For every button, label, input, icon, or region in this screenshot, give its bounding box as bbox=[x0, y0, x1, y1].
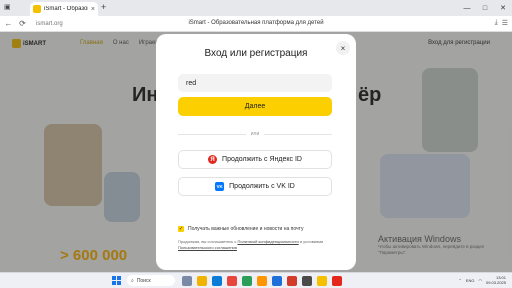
legal-prefix: Продолжая, вы соглашаетесь с bbox=[178, 239, 238, 244]
search-icon: ⌕ bbox=[131, 277, 134, 284]
maximize-button[interactable]: □ bbox=[476, 0, 494, 16]
firefox-icon[interactable] bbox=[257, 276, 267, 286]
chrome-icon[interactable] bbox=[242, 276, 252, 286]
site-favicon-icon bbox=[33, 5, 41, 13]
minimize-button[interactable]: — bbox=[458, 0, 476, 16]
terminal-icon[interactable] bbox=[302, 276, 312, 286]
newsletter-checkbox-row[interactable]: ✓ Получать важные обновление и новости н… bbox=[178, 226, 303, 232]
download-icon[interactable]: ⤓ bbox=[495, 19, 498, 27]
close-window-button[interactable]: ✕ bbox=[494, 0, 512, 16]
auth-modal: Вход или регистрация × red Далее или Я П… bbox=[156, 34, 356, 270]
search-label: Поиск bbox=[136, 277, 151, 284]
browser-toolbar-icons: ⤓ ☰ bbox=[495, 19, 508, 27]
clock-date: 09.03.2025 bbox=[485, 280, 506, 285]
tray-chevron-icon[interactable]: ⌃ bbox=[458, 278, 461, 283]
modal-title: Вход или регистрация bbox=[204, 48, 308, 59]
file-explorer-icon[interactable] bbox=[197, 276, 207, 286]
new-tab-button[interactable]: + bbox=[101, 2, 106, 12]
windows-taskbar: ⌕ Поиск ⌃ ENG ◠ 13:01 09.03.2025 bbox=[0, 272, 512, 288]
browser-tab[interactable]: iSmart - Образователь × bbox=[30, 2, 98, 16]
newsletter-checkbox-label: Получать важные обновление и новости на … bbox=[188, 226, 304, 232]
reload-icon[interactable]: ⟳ bbox=[17, 19, 28, 28]
edge-icon[interactable] bbox=[212, 276, 222, 286]
login-input[interactable]: red bbox=[178, 74, 332, 92]
yandex-browser-icon[interactable] bbox=[332, 276, 342, 286]
window-menu-icon[interactable]: ▣ bbox=[4, 3, 11, 11]
yandex-button-label: Продолжить с Яндекс ID bbox=[222, 156, 302, 163]
clock[interactable]: 13:01 09.03.2025 bbox=[486, 275, 506, 285]
tab-title: iSmart - Образователь bbox=[44, 6, 88, 12]
legal-text: Продолжая, вы соглашаетесь с Политикой к… bbox=[178, 239, 336, 250]
newsletter-checkbox[interactable]: ✓ bbox=[178, 226, 184, 232]
back-icon[interactable]: ← bbox=[3, 19, 14, 28]
language-indicator[interactable]: ENG bbox=[466, 278, 475, 283]
browser-tab-strip: ▣ iSmart - Образователь × + — □ ✕ bbox=[0, 0, 512, 16]
yandex-icon: Я bbox=[208, 155, 218, 164]
system-tray: ⌃ ENG ◠ 13:01 09.03.2025 bbox=[458, 275, 506, 285]
address-bar: ← ⟳ ismart.org iSmart - Образовательная … bbox=[0, 16, 512, 32]
task-view-icon[interactable] bbox=[182, 276, 192, 286]
extensions-icon[interactable]: ☰ bbox=[502, 19, 508, 27]
divider-line bbox=[178, 133, 246, 135]
start-button-icon[interactable] bbox=[112, 276, 121, 285]
user-agreement-link[interactable]: Пользовательского соглашения bbox=[178, 245, 237, 250]
privacy-policy-link[interactable]: Политикой конфиденциальности bbox=[237, 239, 298, 244]
taskbar-apps bbox=[182, 276, 342, 286]
divider-line bbox=[264, 133, 333, 135]
vk-icon: VK bbox=[215, 182, 225, 191]
vk-id-button[interactable]: VK Продолжить с VK ID bbox=[178, 177, 332, 196]
taskbar-search[interactable]: ⌕ Поиск bbox=[127, 275, 175, 286]
outlook-icon[interactable] bbox=[272, 276, 282, 286]
legal-mid: и условиями bbox=[298, 239, 324, 244]
url-field[interactable]: ismart.org bbox=[36, 21, 136, 27]
vk-button-label: Продолжить с VK ID bbox=[229, 183, 295, 190]
or-label: или bbox=[250, 131, 260, 137]
ismart-app-icon[interactable] bbox=[317, 276, 327, 286]
yandex-id-button[interactable]: Я Продолжить с Яндекс ID bbox=[178, 150, 332, 169]
opera-icon[interactable] bbox=[227, 276, 237, 286]
next-button[interactable]: Далее bbox=[178, 97, 332, 116]
window-controls: — □ ✕ bbox=[458, 0, 512, 16]
close-modal-button[interactable]: × bbox=[336, 41, 350, 55]
wifi-icon[interactable]: ◠ bbox=[478, 278, 482, 283]
office-icon[interactable] bbox=[287, 276, 297, 286]
tab-close-icon[interactable]: × bbox=[91, 6, 95, 13]
or-divider: или bbox=[178, 131, 333, 137]
